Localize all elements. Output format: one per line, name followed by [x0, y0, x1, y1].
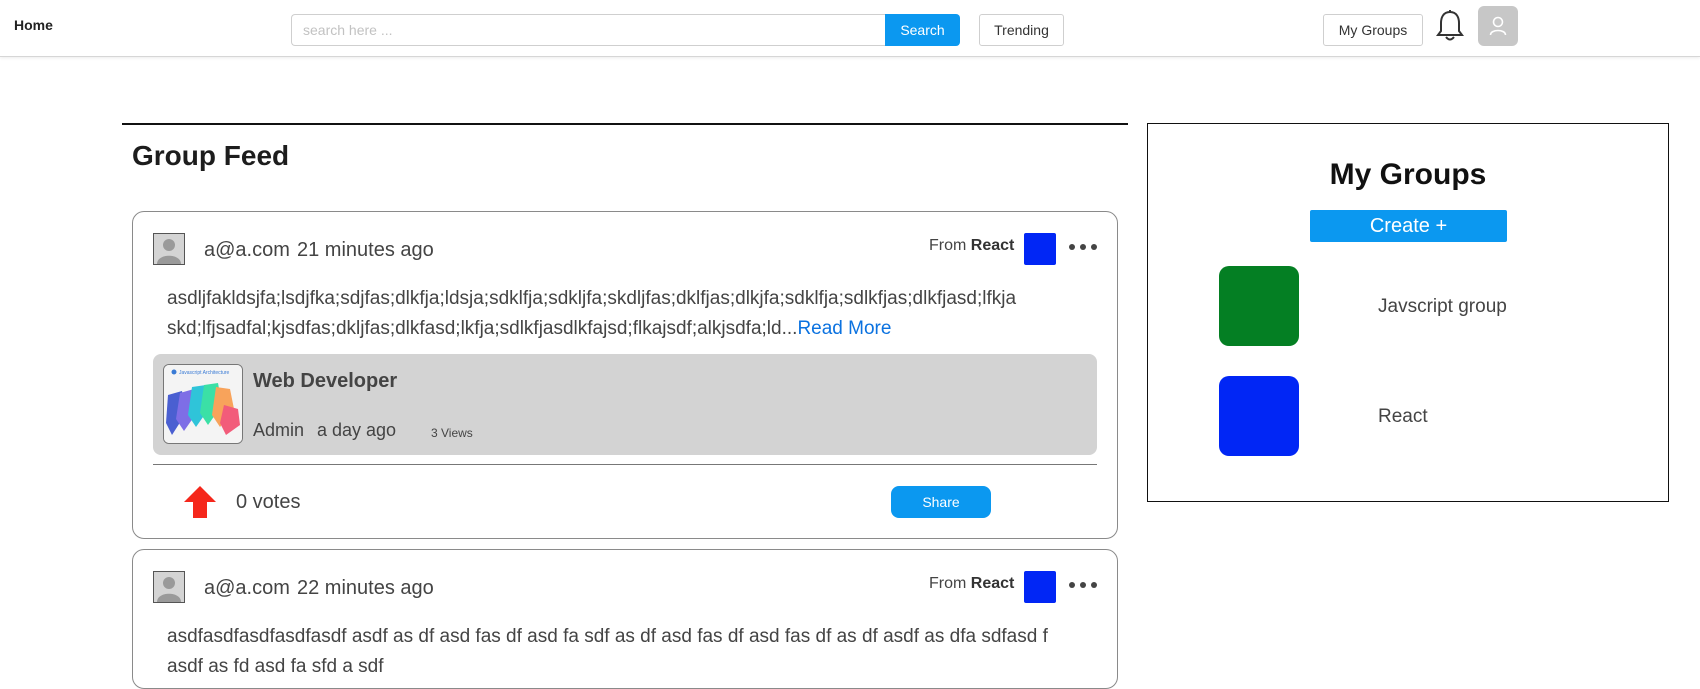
- feed-title: Group Feed: [132, 140, 290, 171]
- post-group-source: From React: [929, 237, 1014, 255]
- post-divider: [153, 464, 1097, 465]
- post-group-name[interactable]: React: [971, 237, 1015, 254]
- create-group-button[interactable]: Create +: [1310, 210, 1507, 242]
- trending-button[interactable]: Trending: [979, 14, 1064, 46]
- article-title: Web Developer: [253, 370, 398, 392]
- article-time: a day ago: [317, 420, 397, 440]
- my-groups-button[interactable]: My Groups: [1323, 14, 1423, 46]
- feed-post: a@a.com 22 minutes ago From React asdfas…: [132, 549, 1118, 689]
- group-name[interactable]: Javscript group: [1378, 296, 1507, 318]
- top-navbar: Home Search Trending My Groups: [0, 0, 1700, 57]
- search-input[interactable]: [291, 14, 885, 46]
- feed-divider: [122, 123, 1128, 125]
- article-thumbnail: Javascript Architecture: [163, 364, 243, 444]
- from-label: From: [929, 575, 967, 592]
- user-avatar-icon[interactable]: [1478, 6, 1518, 46]
- read-more-link[interactable]: Read More: [797, 318, 891, 339]
- group-thumbnail[interactable]: [1219, 376, 1299, 456]
- linked-article-card[interactable]: Javascript Architecture Web Developer Ad…: [153, 354, 1097, 455]
- more-options-icon[interactable]: [1069, 575, 1097, 595]
- group-thumbnail[interactable]: [1219, 266, 1299, 346]
- article-author: Admin: [253, 420, 305, 440]
- post-author-avatar-icon[interactable]: [153, 233, 185, 265]
- group-color-swatch: [1024, 571, 1056, 603]
- post-body: asdljfakldsjfa;lsdjfka;sdjfas;dlkfja;lds…: [167, 284, 1087, 344]
- more-options-icon[interactable]: [1069, 237, 1097, 257]
- post-text: asdfasdfasdfasdfasdf asdf as df asd fas …: [167, 626, 1048, 677]
- article-views: 3 Views: [431, 426, 473, 440]
- group-color-swatch: [1024, 233, 1056, 265]
- post-author[interactable]: a@a.com: [204, 577, 290, 600]
- post-group-source: From React: [929, 575, 1014, 593]
- my-groups-panel: My Groups Create + Javscript group React: [1147, 123, 1669, 502]
- feed-post: a@a.com 21 minutes ago From React asdljf…: [132, 211, 1118, 539]
- post-time: 21 minutes ago: [297, 239, 434, 261]
- my-groups-title: My Groups: [1329, 158, 1487, 191]
- vote-count: 0 votes: [236, 491, 301, 513]
- home-link[interactable]: Home: [14, 17, 53, 33]
- post-author-avatar-icon[interactable]: [153, 571, 185, 603]
- post-time: 22 minutes ago: [297, 577, 434, 599]
- notification-bell-icon[interactable]: [1434, 9, 1466, 43]
- thumbnail-caption: Javascript Architecture: [179, 370, 230, 376]
- upvote-arrow-icon[interactable]: [183, 485, 217, 519]
- from-label: From: [929, 237, 967, 254]
- post-body: asdfasdfasdfasdfasdf asdf as df asd fas …: [167, 622, 1087, 682]
- share-button[interactable]: Share: [891, 486, 991, 518]
- group-name[interactable]: React: [1378, 406, 1428, 428]
- post-group-name[interactable]: React: [971, 575, 1015, 592]
- search-button[interactable]: Search: [885, 14, 960, 46]
- post-author[interactable]: a@a.com: [204, 239, 290, 262]
